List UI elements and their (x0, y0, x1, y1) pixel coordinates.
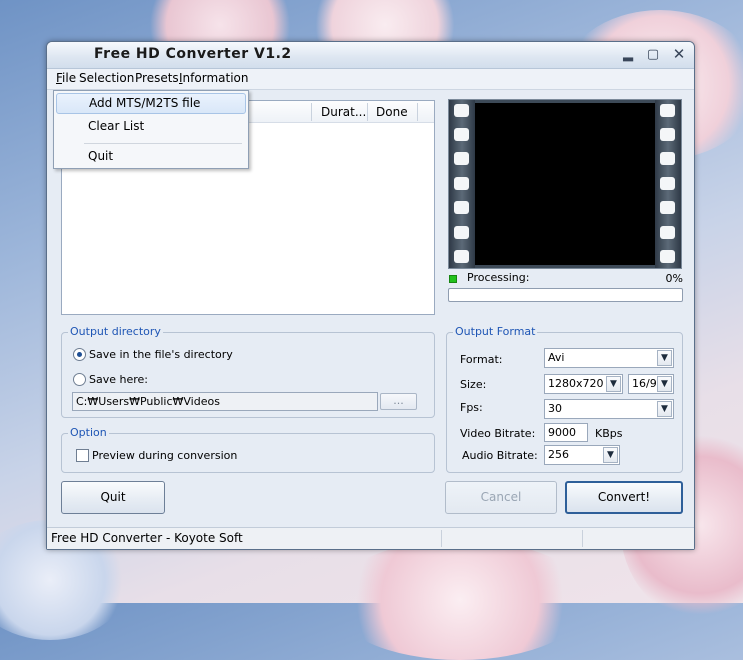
video-bitrate-label: Video Bitrate: (460, 427, 536, 440)
menu-presets[interactable]: Presets (135, 71, 179, 85)
save-here-label[interactable]: Save here: (89, 373, 148, 386)
audio-bitrate-value: 256 (548, 448, 569, 461)
film-hole (454, 226, 469, 239)
film-hole (454, 104, 469, 117)
format-select[interactable]: Avi ▼ (544, 348, 674, 368)
film-strip-right (655, 100, 681, 268)
status-separator (441, 530, 442, 547)
output-format-title: Output Format (453, 325, 538, 338)
film-hole (660, 104, 675, 117)
close-button[interactable]: ✕ (670, 46, 688, 63)
film-hole (660, 128, 675, 141)
background-blossom (330, 540, 590, 660)
fps-value: 30 (548, 402, 562, 415)
output-directory-title: Output directory (68, 325, 163, 338)
audio-bitrate-select[interactable]: 256 ▼ (544, 445, 620, 465)
title-bar[interactable]: Free HD Converter V1.2 ▂ ▢ ✕ (47, 42, 694, 69)
menu-file[interactable]: File (56, 71, 76, 85)
option-title: Option (68, 426, 109, 439)
film-hole (660, 177, 675, 190)
output-directory-group: Output directory Save in the file's dire… (61, 325, 435, 418)
output-format-group: Output Format Format: Avi ▼ Size: 1280x7… (446, 325, 683, 473)
column-separator[interactable] (311, 103, 312, 121)
quit-button[interactable]: Quit (61, 481, 165, 514)
option-group: Option Preview during conversion (61, 426, 435, 473)
size-label: Size: (460, 378, 487, 391)
chevron-down-icon[interactable]: ▼ (657, 350, 672, 366)
video-preview (448, 99, 682, 269)
minimize-button[interactable]: ▂ (619, 46, 637, 63)
radio-save-here[interactable] (73, 373, 86, 386)
menu-item-clear-list[interactable]: Clear List (56, 116, 246, 137)
processing-progress-bar (448, 288, 683, 302)
format-value: Avi (548, 351, 565, 364)
film-hole (454, 177, 469, 190)
status-bar: Free HD Converter - Koyote Soft (47, 527, 694, 549)
film-hole (660, 152, 675, 165)
radio-save-same-dir[interactable] (73, 348, 86, 361)
film-strip-left (449, 100, 475, 268)
maximize-button[interactable]: ▢ (644, 46, 662, 63)
save-same-dir-label[interactable]: Save in the file's directory (89, 348, 233, 361)
column-done[interactable]: Done (376, 105, 408, 119)
window-title: Free HD Converter V1.2 (94, 46, 292, 62)
preview-frame (475, 103, 655, 265)
aspect-select[interactable]: 16/9 ▼ (628, 374, 674, 394)
menu-information[interactable]: Information (179, 71, 248, 85)
column-separator[interactable] (417, 103, 418, 121)
chevron-down-icon[interactable]: ▼ (657, 401, 672, 417)
film-hole (660, 226, 675, 239)
size-select[interactable]: 1280x720 ▼ (544, 374, 623, 394)
format-label: Format: (460, 353, 503, 366)
status-text: Free HD Converter - Koyote Soft (51, 531, 243, 545)
menu-item-quit[interactable]: Quit (56, 146, 246, 167)
menu-selection[interactable]: Selection (79, 71, 134, 85)
browse-button[interactable]: ... (380, 393, 417, 410)
film-hole (454, 201, 469, 214)
processing-percent: 0% (665, 272, 683, 285)
menu-item-add-file[interactable]: Add MTS/M2TS file (56, 93, 246, 114)
preview-checkbox[interactable] (76, 449, 89, 462)
processing-label: Processing: (467, 271, 530, 284)
film-hole (454, 152, 469, 165)
processing-led-icon (449, 275, 457, 283)
column-duration[interactable]: Durat... (321, 105, 366, 119)
film-hole (660, 250, 675, 263)
output-path-field[interactable]: C:₩Users₩Public₩Videos (72, 392, 378, 411)
size-value: 1280x720 (548, 377, 604, 390)
file-menu-dropdown: Add MTS/M2TS file Clear List Quit (53, 90, 249, 169)
cancel-button[interactable]: Cancel (445, 481, 557, 514)
film-hole (454, 250, 469, 263)
chevron-down-icon[interactable]: ▼ (606, 376, 621, 392)
preview-checkbox-label[interactable]: Preview during conversion (92, 449, 237, 462)
aspect-value: 16/9 (632, 377, 657, 390)
audio-bitrate-label: Audio Bitrate: (462, 449, 538, 462)
film-hole (660, 201, 675, 214)
column-separator[interactable] (367, 103, 368, 121)
app-window: Free HD Converter V1.2 ▂ ▢ ✕ File Select… (46, 41, 695, 550)
fps-label: Fps: (460, 401, 483, 414)
fps-select[interactable]: 30 ▼ (544, 399, 674, 419)
chevron-down-icon[interactable]: ▼ (603, 447, 618, 463)
film-hole (454, 128, 469, 141)
video-bitrate-unit: KBps (595, 427, 623, 440)
convert-button[interactable]: Convert! (565, 481, 683, 514)
status-separator (582, 530, 583, 547)
chevron-down-icon[interactable]: ▼ (657, 376, 672, 392)
video-bitrate-field[interactable]: 9000 (544, 423, 588, 442)
menu-bar: File Selection Presets Information (47, 69, 694, 90)
menu-separator (84, 143, 242, 144)
